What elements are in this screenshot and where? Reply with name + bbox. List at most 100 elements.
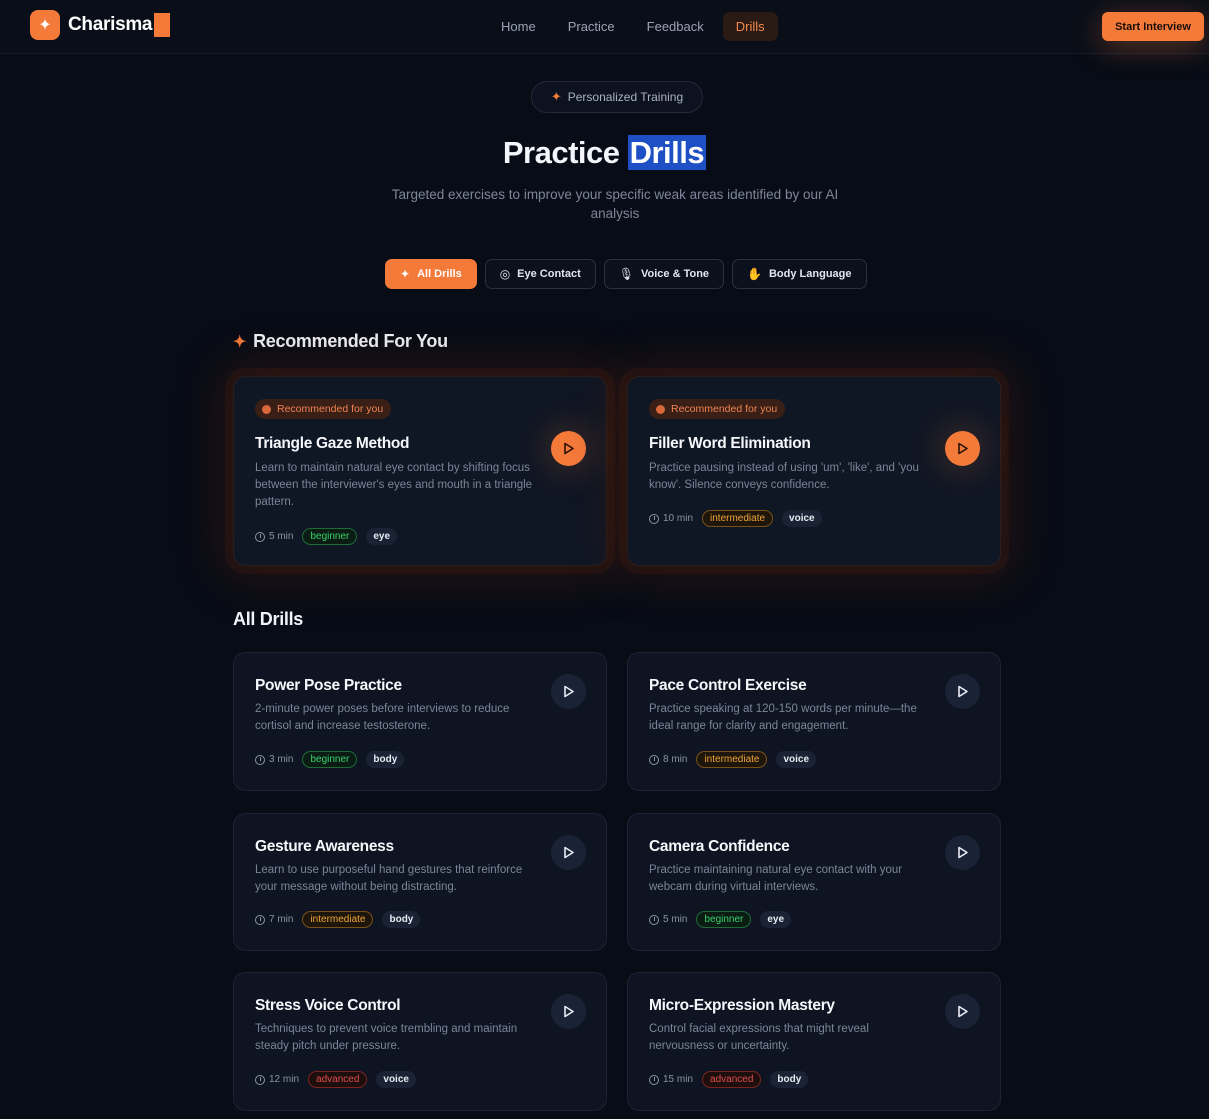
personalized-training-pill: ✦ Personalized Training xyxy=(531,81,703,113)
clock-icon xyxy=(255,531,265,542)
drill-description: 2-minute power poses before interviews t… xyxy=(255,703,510,732)
drill-duration: 8 min xyxy=(649,754,687,765)
sparkles-icon: ✦ xyxy=(550,89,562,104)
clock-icon xyxy=(649,914,659,925)
clock-icon xyxy=(255,1074,265,1085)
drill-description: Learn to maintain natural eye contact by… xyxy=(255,462,533,508)
level-badge: advanced xyxy=(702,1071,762,1088)
drill-card-micro-expression[interactable]: Micro-Expression Mastery Control facial … xyxy=(627,972,1001,1111)
drill-meta: 5 min beginner eye xyxy=(649,911,792,928)
badge-dot-icon xyxy=(262,404,271,414)
category-tag: voice xyxy=(376,1071,416,1088)
page-title-part1: Practice xyxy=(502,135,620,170)
drill-title: Camera Confidence xyxy=(649,838,790,855)
sparkles-icon: ✦ xyxy=(233,333,247,351)
play-button[interactable] xyxy=(551,431,586,466)
drill-duration: 5 min xyxy=(649,914,687,925)
filter-label: Eye Contact xyxy=(517,268,581,280)
clock-icon xyxy=(255,914,265,925)
drill-title: Stress Voice Control xyxy=(255,997,401,1014)
sparkles-icon: ✦ xyxy=(400,267,411,281)
drill-card-gesture-awareness[interactable]: Gesture Awareness Learn to use purposefu… xyxy=(233,813,607,951)
filter-all-drills[interactable]: ✦ All Drills xyxy=(385,259,477,289)
page-title: Practice Drills xyxy=(0,135,1209,171)
drill-card-camera-confidence[interactable]: Camera Confidence Practice maintaining n… xyxy=(627,813,1001,951)
drill-title: Gesture Awareness xyxy=(255,838,394,855)
drill-description: Learn to use purposeful hand gestures th… xyxy=(255,864,523,893)
brand-logo[interactable]: ✦ Charisma xyxy=(30,10,171,40)
drill-meta: 10 min intermediate voice xyxy=(649,510,822,527)
recommended-badge: Recommended for you xyxy=(649,399,786,419)
nav-link-drills[interactable]: Drills xyxy=(722,12,778,41)
play-icon xyxy=(563,846,574,859)
drill-card-stress-voice[interactable]: Stress Voice Control Techniques to preve… xyxy=(233,972,607,1111)
nav-link-home[interactable]: Home xyxy=(488,12,549,41)
drill-description: Control facial expressions that might re… xyxy=(649,1023,869,1052)
drill-duration: 3 min xyxy=(255,754,293,765)
clock-icon xyxy=(649,754,659,765)
drill-card-pace-control[interactable]: Pace Control Exercise Practice speaking … xyxy=(627,652,1001,791)
play-button[interactable] xyxy=(945,674,980,709)
recommended-badge: Recommended for you xyxy=(255,399,392,419)
category-tag: body xyxy=(770,1071,809,1088)
play-icon xyxy=(957,846,968,859)
drill-title: Power Pose Practice xyxy=(255,677,402,694)
play-button[interactable] xyxy=(551,994,586,1029)
drill-meta: 3 min beginner body xyxy=(255,751,405,768)
filter-eye-contact[interactable]: ◎ Eye Contact xyxy=(484,259,596,289)
level-badge: beginner xyxy=(302,751,358,768)
top-navbar: ✦ Charisma Home Practice Feedback Drills… xyxy=(0,0,1209,54)
brand-name: Charisma xyxy=(68,14,153,35)
play-icon xyxy=(957,685,968,698)
play-button[interactable] xyxy=(945,835,980,870)
nav-link-feedback[interactable]: Feedback xyxy=(634,12,717,41)
drill-title: Triangle Gaze Method xyxy=(255,435,410,452)
category-tag: body xyxy=(382,911,421,928)
filter-label: Body Language xyxy=(768,268,852,280)
sparkles-icon: ✦ xyxy=(30,10,60,40)
play-icon xyxy=(957,1005,968,1018)
mic-icon: 🎙 xyxy=(618,267,634,281)
drill-meta: 12 min advanced voice xyxy=(255,1071,416,1088)
play-button[interactable] xyxy=(551,835,586,870)
recommended-section-title: ✦ Recommended For You xyxy=(233,331,448,352)
nav-link-practice[interactable]: Practice xyxy=(555,12,628,41)
play-button[interactable] xyxy=(551,674,586,709)
play-icon xyxy=(563,442,574,455)
drill-duration: 10 min xyxy=(649,513,693,524)
drill-duration: 5 min xyxy=(255,531,293,542)
filter-voice-tone[interactable]: 🎙 Voice & Tone xyxy=(603,259,725,289)
filter-label: Voice & Tone xyxy=(640,268,710,280)
section-title-text: Recommended For You xyxy=(253,331,448,351)
category-tag: body xyxy=(366,751,405,768)
drill-title: Filler Word Elimination xyxy=(649,435,811,452)
level-badge: intermediate xyxy=(302,911,374,928)
drill-card-power-pose[interactable]: Power Pose Practice 2-minute power poses… xyxy=(233,652,607,791)
hand-icon: ✋ xyxy=(747,267,762,281)
clock-icon xyxy=(255,754,265,765)
drill-duration: 7 min xyxy=(255,914,293,925)
drill-description: Practice maintaining natural eye contact… xyxy=(649,864,903,893)
play-button[interactable] xyxy=(945,431,980,466)
drill-card-filler-word[interactable]: Recommended for you Filler Word Eliminat… xyxy=(627,376,1001,566)
pill-label: Personalized Training xyxy=(567,90,684,104)
play-icon xyxy=(563,1005,574,1018)
category-tag: eye xyxy=(760,911,792,928)
drill-title: Pace Control Exercise xyxy=(649,677,807,694)
drill-card-triangle-gaze[interactable]: Recommended for you Triangle Gaze Method… xyxy=(233,376,607,566)
nav-links: Home Practice Feedback Drills xyxy=(488,12,778,41)
level-badge: beginner xyxy=(696,911,752,928)
start-interview-button[interactable]: Start Interview xyxy=(1102,12,1204,41)
category-tag: voice xyxy=(782,510,822,527)
drill-duration: 12 min xyxy=(255,1074,299,1085)
level-badge: beginner xyxy=(302,528,358,545)
filter-body-language[interactable]: ✋ Body Language xyxy=(732,259,867,289)
clock-icon xyxy=(649,513,659,524)
play-button[interactable] xyxy=(945,994,980,1029)
drill-duration: 15 min xyxy=(649,1074,693,1085)
badge-dot-icon xyxy=(656,404,665,414)
drill-meta: 15 min advanced body xyxy=(649,1071,809,1088)
page-title-highlight: Drills xyxy=(627,135,707,170)
text-cursor xyxy=(154,13,171,37)
category-tag: eye xyxy=(366,528,398,545)
